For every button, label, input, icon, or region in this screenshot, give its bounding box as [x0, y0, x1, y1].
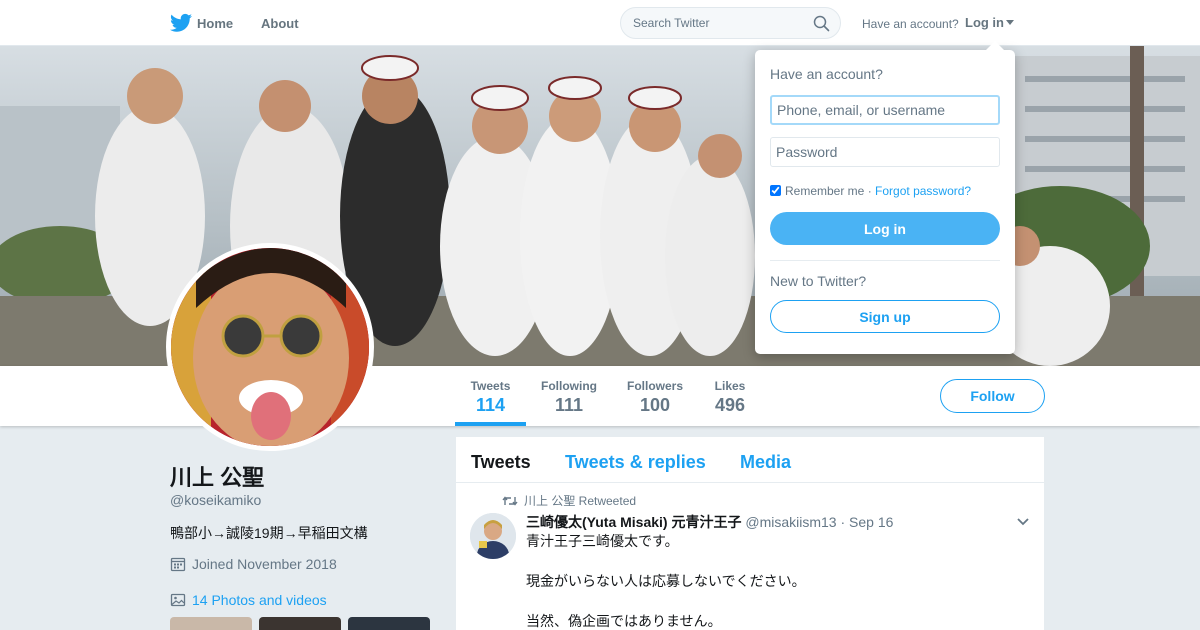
- profile-display-name: 川上 公聖: [170, 465, 265, 490]
- follow-button[interactable]: Follow: [940, 379, 1045, 413]
- media-thumbnail[interactable]: [259, 617, 341, 630]
- tweet-date[interactable]: Sep 16: [849, 514, 893, 530]
- photos-videos-link[interactable]: 14 Photos and videos: [170, 592, 327, 608]
- search-box[interactable]: [620, 7, 841, 39]
- photo-icon: [170, 593, 186, 607]
- login-dropdown-toggle[interactable]: Log in: [965, 15, 1014, 30]
- profile-bio: 鴨部小→誠陵19期→早稲田文構: [170, 525, 368, 541]
- nav-about-link[interactable]: About: [261, 16, 299, 31]
- search-input[interactable]: [633, 15, 803, 31]
- dropdown-divider: [770, 260, 1000, 261]
- remember-me-label[interactable]: Remember me: [785, 184, 864, 198]
- new-to-twitter-text: New to Twitter?: [770, 273, 867, 289]
- tweet-text-line: 青汁王子三崎優太です。: [526, 533, 679, 549]
- retweet-context: 川上 公聖 Retweeted: [502, 492, 636, 509]
- dropdown-arrow: [986, 41, 1004, 50]
- media-thumbnail[interactable]: [348, 617, 430, 630]
- stat-likes-value: 496: [714, 395, 746, 415]
- stat-likes[interactable]: Likes 496: [705, 366, 755, 426]
- timeline: Tweets Tweets & replies Media 川上 公聖 Retw…: [456, 437, 1044, 630]
- nav-home-link[interactable]: Home: [197, 16, 233, 31]
- stat-followers-label: Followers: [626, 379, 683, 393]
- stat-following-label: Following: [541, 379, 597, 393]
- stat-followers-value: 100: [639, 395, 671, 415]
- tweet-separator: ·: [840, 514, 846, 530]
- calendar-icon: [170, 557, 186, 572]
- stat-tweets[interactable]: Tweets 114: [455, 366, 526, 426]
- login-toggle-label: Log in: [965, 15, 1004, 30]
- stat-tweets-label: Tweets: [470, 379, 511, 393]
- profile-joined-date: Joined November 2018: [170, 556, 337, 572]
- remember-me-checkbox[interactable]: [770, 185, 781, 196]
- tab-tweets-replies[interactable]: Tweets & replies: [565, 452, 706, 473]
- tweet-username[interactable]: @misakiism13: [745, 514, 836, 530]
- tab-media[interactable]: Media: [740, 452, 791, 473]
- username-field[interactable]: [770, 95, 1000, 125]
- tab-tweets[interactable]: Tweets: [471, 452, 531, 473]
- media-thumbnail[interactable]: [170, 617, 252, 630]
- profile-avatar[interactable]: [166, 243, 374, 451]
- tweet-author-avatar[interactable]: [470, 513, 516, 559]
- login-button[interactable]: Log in: [770, 212, 1000, 245]
- stat-following-value: 111: [554, 395, 584, 415]
- tweet-avatar-photo: [470, 513, 516, 559]
- remember-separator: ·: [867, 184, 872, 198]
- timeline-tabs: Tweets Tweets & replies Media: [456, 437, 1044, 483]
- stat-following[interactable]: Following 111: [534, 366, 604, 426]
- top-navigation-bar: Home About Have an account? Log in: [0, 0, 1200, 46]
- signup-button[interactable]: Sign up: [770, 300, 1000, 333]
- tweet-text-line: 当然、偽企画ではありません。: [526, 613, 722, 629]
- retweet-context-text[interactable]: 川上 公聖 Retweeted: [524, 494, 636, 508]
- joined-date-text: Joined November 2018: [192, 556, 337, 572]
- tweet-display-name[interactable]: 三崎優太(Yuta Misaki) 元青汁王子: [526, 514, 741, 530]
- stat-likes-label: Likes: [714, 379, 746, 393]
- tweet-text-line: 現金がいらない人は応募しないでください。: [526, 573, 806, 589]
- login-dropdown-title: Have an account?: [770, 66, 883, 82]
- have-account-text: Have an account?: [862, 17, 959, 31]
- photos-videos-label: 14 Photos and videos: [192, 592, 327, 608]
- tweet-header: 三崎優太(Yuta Misaki) 元青汁王子 @misakiism13 · S…: [526, 512, 893, 532]
- chevron-down-icon[interactable]: [1016, 517, 1030, 527]
- login-dropdown: Have an account? Remember me · Forgot pa…: [755, 50, 1015, 354]
- twitter-bird-icon[interactable]: [170, 13, 192, 33]
- password-field[interactable]: [770, 137, 1000, 167]
- profile-handle[interactable]: @koseikamiko: [170, 492, 261, 508]
- remember-me-row: Remember me · Forgot password?: [770, 184, 971, 198]
- caret-down-icon: [1006, 20, 1014, 25]
- stat-tweets-value: 114: [475, 395, 506, 415]
- retweet-icon: [502, 496, 518, 506]
- search-icon[interactable]: [813, 15, 830, 32]
- forgot-password-link[interactable]: Forgot password?: [875, 184, 971, 198]
- avatar-photo: [171, 248, 369, 446]
- stat-followers[interactable]: Followers 100: [620, 366, 690, 426]
